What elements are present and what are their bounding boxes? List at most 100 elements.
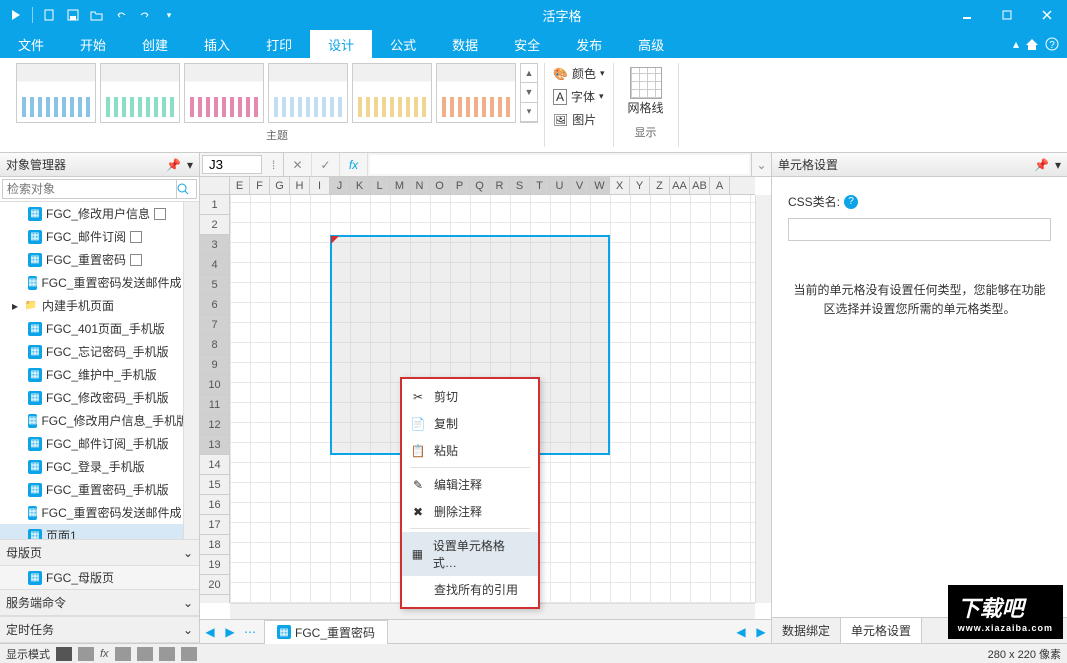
close-button[interactable]	[1027, 0, 1067, 30]
object-tree[interactable]: ▦FGC_修改用户信息▦FGC_邮件订阅▦FGC_重置密码▦FGC_重置密码发送…	[0, 202, 183, 539]
row-header[interactable]: 9	[200, 355, 229, 375]
column-header[interactable]: W	[590, 177, 610, 194]
column-header[interactable]: R	[490, 177, 510, 194]
tree-scrollbar[interactable]	[183, 202, 199, 539]
tab-scroll-left-icon[interactable]: ◀	[731, 625, 751, 639]
menu-item-copy[interactable]: 📄复制	[402, 410, 538, 437]
gridlines-button[interactable]: 网格线	[620, 63, 672, 120]
menu-item-find[interactable]: 查找所有的引用	[402, 576, 538, 603]
column-header[interactable]: J	[330, 177, 350, 194]
accept-formula-icon[interactable]: ✓	[312, 153, 340, 176]
undo-icon[interactable]	[113, 7, 129, 23]
row-header[interactable]: 10	[200, 375, 229, 395]
column-header[interactable]: AA	[670, 177, 690, 194]
help-icon[interactable]: ?	[1045, 37, 1059, 51]
css-class-input[interactable]	[788, 218, 1051, 241]
page-item[interactable]: ▦FGC_修改用户信息_手机版	[0, 409, 183, 432]
tab-create[interactable]: 创建	[124, 30, 186, 58]
play-icon[interactable]	[8, 7, 24, 23]
column-header[interactable]: A	[710, 177, 730, 194]
column-header[interactable]: Q	[470, 177, 490, 194]
theme-2[interactable]	[100, 63, 180, 123]
row-header[interactable]: 3	[200, 235, 229, 255]
server-section[interactable]: 服务端命令⌄	[0, 589, 199, 616]
panel-close-icon[interactable]: ▾	[187, 158, 193, 172]
theme-4[interactable]	[268, 63, 348, 123]
tab-data[interactable]: 数据	[434, 30, 496, 58]
sheet-tab[interactable]: ▦ FGC_重置密码	[264, 620, 388, 644]
page-item[interactable]: ▦FGC_重置密码发送邮件成	[0, 501, 183, 524]
row-header[interactable]: 1	[200, 195, 229, 215]
folder-item[interactable]: ▸📁内建手机页面	[0, 294, 183, 317]
row-header[interactable]: 4	[200, 255, 229, 275]
pin-icon[interactable]: 📌	[1034, 158, 1049, 172]
column-header[interactable]: V	[570, 177, 590, 194]
open-icon[interactable]	[89, 7, 105, 23]
page-item[interactable]: ▦页面1	[0, 524, 183, 539]
column-header[interactable]: N	[410, 177, 430, 194]
tab-publish[interactable]: 发布	[558, 30, 620, 58]
column-header[interactable]: P	[450, 177, 470, 194]
page-item[interactable]: ▦FGC_邮件订阅_手机版	[0, 432, 183, 455]
row-header[interactable]: 12	[200, 415, 229, 435]
menu-item-cut[interactable]: ✂剪切	[402, 383, 538, 410]
theme-1[interactable]	[16, 63, 96, 123]
menu-item-format[interactable]: ▦设置单元格格式…	[402, 532, 538, 576]
cancel-formula-icon[interactable]: ✕	[284, 153, 312, 176]
save-icon[interactable]	[65, 7, 81, 23]
column-header[interactable]: K	[350, 177, 370, 194]
master-section[interactable]: 母版页⌄	[0, 539, 199, 566]
tab-file[interactable]: 文件	[0, 30, 62, 58]
qat-more-icon[interactable]: ▾	[161, 7, 177, 23]
spreadsheet-grid[interactable]: EFGHIJKLMNOPQRSTUVWXYZAAABA 123456789101…	[200, 177, 771, 619]
menu-item-delete[interactable]: ✖删除注释	[402, 498, 538, 525]
expand-formula-icon[interactable]: ⌄	[751, 153, 771, 176]
column-header[interactable]: M	[390, 177, 410, 194]
column-header[interactable]: E	[230, 177, 250, 194]
row-header[interactable]: 13	[200, 435, 229, 455]
theme-6[interactable]	[436, 63, 516, 123]
gallery-up-icon[interactable]: ▲	[521, 64, 537, 83]
tab-next-icon[interactable]: ▶	[220, 625, 240, 639]
page-item[interactable]: ▦FGC_重置密码发送邮件成	[0, 271, 183, 294]
page-item[interactable]: ▦FGC_维护中_手机版	[0, 363, 183, 386]
column-header[interactable]: O	[430, 177, 450, 194]
column-header[interactable]: F	[250, 177, 270, 194]
menu-item-paste[interactable]: 📋粘贴	[402, 437, 538, 464]
row-headers[interactable]: 1234567891011121314151617181920	[200, 195, 230, 603]
tab-home[interactable]: 开始	[62, 30, 124, 58]
tab-data-binding[interactable]: 数据绑定	[772, 618, 841, 643]
tab-more-icon[interactable]: ⋯	[240, 625, 260, 639]
panel-close-icon[interactable]: ▾	[1055, 158, 1061, 172]
column-header[interactable]: X	[610, 177, 630, 194]
tab-prev-icon[interactable]: ◀	[200, 625, 220, 639]
column-header[interactable]: G	[270, 177, 290, 194]
column-header[interactable]: Z	[650, 177, 670, 194]
column-header[interactable]: I	[310, 177, 330, 194]
fx-toggle-icon[interactable]: fx	[100, 648, 109, 660]
tab-insert[interactable]: 插入	[186, 30, 248, 58]
row-header[interactable]: 18	[200, 535, 229, 555]
vertical-scrollbar[interactable]	[755, 195, 771, 603]
new-icon[interactable]	[41, 7, 57, 23]
row-header[interactable]: 19	[200, 555, 229, 575]
maximize-button[interactable]	[987, 0, 1027, 30]
tab-print[interactable]: 打印	[248, 30, 310, 58]
help-icon[interactable]: ?	[844, 195, 858, 209]
column-header[interactable]: AB	[690, 177, 710, 194]
row-header[interactable]: 14	[200, 455, 229, 475]
page-item[interactable]: ▦FGC_修改用户信息	[0, 202, 183, 225]
column-headers[interactable]: EFGHIJKLMNOPQRSTUVWXYZAAABA	[230, 177, 755, 195]
tab-formula[interactable]: 公式	[372, 30, 434, 58]
row-header[interactable]: 6	[200, 295, 229, 315]
chevron-down-icon[interactable]: ⌄	[183, 596, 193, 610]
pin-icon[interactable]: 📌	[166, 158, 181, 172]
column-header[interactable]: L	[370, 177, 390, 194]
home-icon[interactable]	[1025, 37, 1039, 51]
column-header[interactable]: S	[510, 177, 530, 194]
page-item[interactable]: ▦FGC_401页面_手机版	[0, 317, 183, 340]
tab-scroll-right-icon[interactable]: ▶	[751, 625, 771, 639]
tab-design[interactable]: 设计	[310, 30, 372, 58]
chevron-down-icon[interactable]: ⌄	[183, 546, 193, 560]
font-button[interactable]: A字体▾	[551, 86, 607, 107]
